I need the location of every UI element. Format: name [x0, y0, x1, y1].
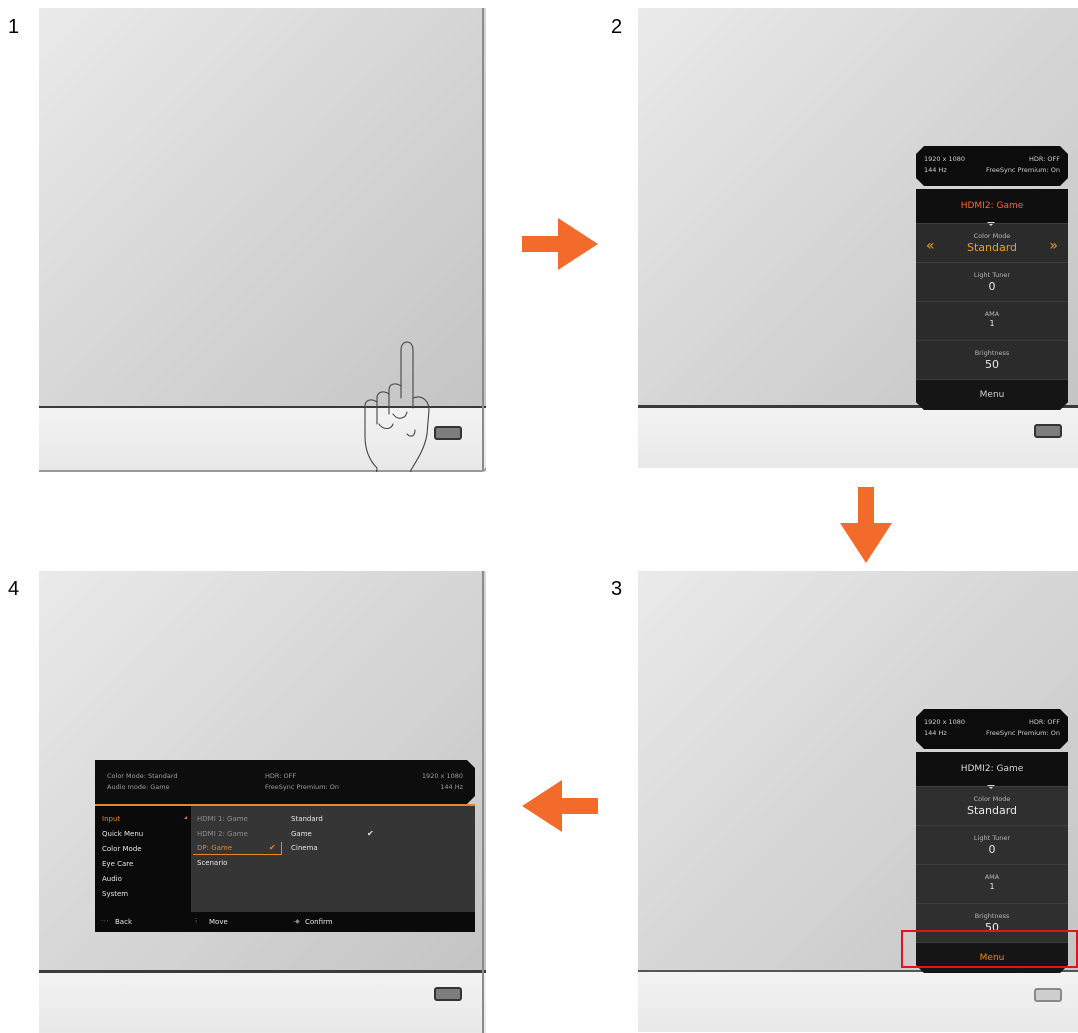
quick-item-light-tuner[interactable]: Light Tuner 0 [916, 825, 1068, 864]
monitor-step-2: 1920 x 1080 144 Hz HDR: OFF FreeSync Pre… [638, 8, 1078, 471]
input-title: HDMI2: Game [916, 189, 1068, 223]
joystick-move-icon: ⁝ [195, 917, 198, 925]
input-item-dp[interactable]: DP: Game [197, 844, 232, 852]
quick-item-light-tuner[interactable]: Light Tuner 0 [916, 262, 1068, 301]
joystick-button[interactable] [434, 987, 462, 1001]
menu-callout-highlight [901, 930, 1078, 968]
refresh-text: 144 Hz [924, 729, 947, 737]
chevron-left-icon[interactable]: « [926, 238, 935, 254]
freesync-text: FreeSync Premium: On [986, 729, 1060, 737]
chevron-right-icon[interactable]: » [1049, 238, 1058, 254]
mode-item-game[interactable]: Game [291, 830, 312, 838]
hdr-text: HDR: OFF [1028, 155, 1060, 163]
input-title: HDMI2: Game [916, 752, 1068, 786]
arrow-down-icon [840, 487, 892, 563]
quick-osd: 1920 x 1080 144 Hz HDR: OFF FreeSync Pre… [916, 146, 1068, 410]
back-label: Back [115, 918, 132, 926]
sidebar-item-audio[interactable]: Audio [102, 875, 122, 883]
main-osd-menu: Color Mode: Standard Audio mode: Game HD… [95, 760, 475, 932]
confirm-label: Confirm [305, 918, 333, 926]
joystick-left-icon: ·◦· [101, 918, 109, 925]
step-number-3: 3 [611, 578, 623, 600]
step-number-2: 2 [611, 16, 623, 38]
sidebar-item-quick-menu[interactable]: Quick Menu [102, 830, 143, 838]
refresh-text: 144 Hz [924, 166, 947, 174]
osd-status-bar: Color Mode: Standard Audio mode: Game HD… [95, 760, 475, 804]
monitor-bezel [638, 972, 1078, 1032]
osd-status-bar: 1920 x 1080 144 Hz HDR: OFF FreeSync Pre… [916, 709, 1068, 749]
joystick-button[interactable] [1034, 988, 1062, 1002]
osd-status-bar: 1920 x 1080 144 Hz HDR: OFF FreeSync Pre… [916, 146, 1068, 186]
step-number-4: 4 [8, 578, 20, 600]
refresh-status: 144 Hz [440, 783, 463, 791]
check-icon: ✔ [367, 829, 374, 838]
sidebar-item-color-mode[interactable]: Color Mode [102, 845, 142, 853]
resolution-status: 1920 x 1080 [421, 772, 463, 780]
sidebar-item-eye-care[interactable]: Eye Care [102, 860, 133, 868]
osd-sidebar: Input Quick Menu Color Mode Eye Care Aud… [95, 806, 191, 912]
color-mode-status: Color Mode: Standard [107, 772, 178, 780]
quick-item-color-mode[interactable]: Color Mode Standard [916, 786, 1068, 825]
input-item-hdmi1[interactable]: HDMI 1: Game [197, 815, 248, 823]
osd-content: HDMI 1: Game HDMI 2: Game DP: Game ✔ Sce… [191, 806, 475, 912]
sidebar-item-input[interactable]: Input [102, 815, 120, 823]
quick-item-color-mode[interactable]: « Color Mode Standard » [916, 223, 1068, 262]
check-icon: ✔ [269, 843, 276, 852]
monitor-step-4: Color Mode: Standard Audio mode: Game HD… [39, 571, 486, 1033]
resolution-text: 1920 x 1080 [924, 155, 966, 163]
mode-item-cinema[interactable]: Cinema [291, 844, 318, 852]
joystick-button[interactable] [1034, 424, 1062, 438]
hand-icon [364, 341, 430, 472]
menu-button[interactable]: Menu [916, 379, 1068, 410]
quick-item-ama[interactable]: AMA 1 [916, 864, 1068, 903]
freesync-text: FreeSync Premium: On [986, 166, 1060, 174]
joystick-press-icon: -◆ [293, 918, 300, 925]
move-label: Move [209, 918, 228, 926]
quick-item-ama[interactable]: AMA 1 [916, 301, 1068, 340]
step-number-1: 1 [8, 16, 20, 38]
input-item-scenario[interactable]: Scenario [197, 859, 227, 867]
monitor-bezel [638, 408, 1078, 468]
freesync-status: FreeSync Premium: On [265, 783, 339, 791]
resolution-text: 1920 x 1080 [924, 718, 966, 726]
arrow-left-icon [522, 780, 598, 832]
input-item-hdmi2[interactable]: HDMI 2: Game [197, 830, 248, 838]
sidebar-item-system[interactable]: System [102, 890, 128, 898]
hdr-text: HDR: OFF [1028, 718, 1060, 726]
caret-icon [184, 816, 187, 819]
audio-mode-status: Audio mode: Game [107, 783, 170, 791]
monitor-step-1 [39, 8, 486, 472]
monitor-bezel [39, 973, 486, 1033]
mode-item-standard[interactable]: Standard [291, 815, 323, 823]
hdr-status: HDR: OFF [265, 772, 297, 780]
arrow-right-icon [522, 218, 598, 270]
quick-item-brightness[interactable]: Brightness 50 [916, 340, 1068, 379]
osd-footer: ·◦· Back ⁝ Move -◆ Confirm [95, 912, 475, 932]
